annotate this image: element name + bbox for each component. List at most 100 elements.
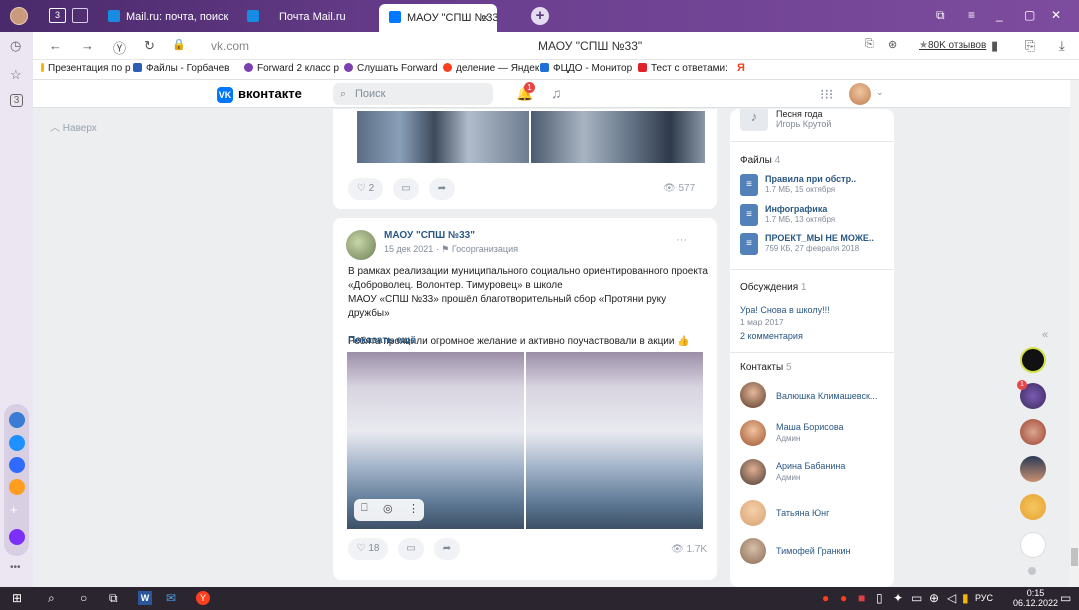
comment-button[interactable]: ▭ [393,178,419,200]
bookmark-item[interactable]: Forward 2 класс р [244,63,339,74]
bookmark-item[interactable]: ФЦДО - Монитор [540,63,632,74]
word-icon[interactable]: W [138,591,152,605]
scrollbar[interactable] [1070,80,1079,587]
history-icon[interactable]: ◷ [10,38,21,54]
share-button[interactable]: ➦ [434,538,460,560]
clock[interactable]: 0:15 06.12.2022 [1013,588,1058,608]
bookmark-item[interactable]: Презентация по р [41,63,131,74]
share-button[interactable]: ➦ [429,178,455,200]
avatar[interactable] [1020,532,1046,558]
collapse-chevron-icon[interactable]: « [1042,329,1048,341]
discussion-comments[interactable]: 2 комментария [740,331,803,341]
vk-logo-icon[interactable]: VK [217,87,233,103]
avatar[interactable] [1020,419,1046,445]
app-icon[interactable] [9,435,25,451]
music-icon[interactable]: ♫ [551,85,562,101]
cortana-icon[interactable]: ○ [80,591,87,605]
lock-icon[interactable]: 🔒 [172,38,186,51]
more-vertical-icon[interactable]: ⋮ [408,502,419,515]
tabs-counter-icon[interactable]: 3 [49,8,66,23]
url-text[interactable]: vk.com [211,39,249,53]
app-icon[interactable] [9,457,25,473]
alice-icon[interactable] [9,529,25,545]
restore-icon[interactable]: ▢ [1024,8,1035,22]
chat-icon[interactable] [1028,567,1036,575]
bookmark-item[interactable]: Тест с ответами: [638,63,728,74]
app-icon[interactable] [9,412,25,428]
files-header[interactable]: Файлы 4 [740,155,780,166]
tab-vk-active[interactable]: МАОУ "СПШ №33" × [379,4,497,32]
bookmark-item[interactable]: Файлы - Горбачев [133,63,229,74]
search-input[interactable]: ⌕ Поиск [333,83,493,105]
post-photo[interactable] [357,111,529,163]
tray-icon[interactable]: ✦ [893,591,903,605]
windows-start-icon[interactable]: ⊞ [12,591,22,605]
back-icon[interactable]: ← [49,38,62,53]
post-date[interactable]: 15 дек 2021 [384,244,433,254]
reload-icon[interactable]: ↻ [144,38,155,54]
task-view-icon[interactable]: ⧉ [109,591,118,606]
bookmark-item[interactable]: Слушать Forward [344,63,438,74]
volume-icon[interactable]: ◁ [947,591,956,605]
comment-button[interactable]: ▭ [398,538,424,560]
chevron-down-icon[interactable]: ⌄ [876,87,884,98]
tab-groups-icon[interactable] [72,8,88,23]
forward-icon[interactable]: → [81,38,94,53]
music-title[interactable]: Песня года [776,109,822,119]
minimize-icon[interactable]: _ [996,8,1003,22]
bookmark-item[interactable]: деление — Яндек [443,63,539,74]
show-more-link[interactable]: Показать ещё [348,335,416,346]
bookmark-item[interactable]: Я [737,62,745,74]
notifications-bell-icon[interactable]: 🔔 1 [516,82,535,102]
camera-icon[interactable]: ◎ [383,502,393,515]
reviews-link[interactable]: ★80K отзывов [919,40,986,51]
more-icon[interactable]: ··· [676,234,687,246]
discussion-title[interactable]: Ура! Снова в школу!!! [740,305,830,315]
like-button[interactable]: ♡ 18 [348,538,388,560]
tray-icon[interactable]: ■ [858,591,865,605]
post-photo[interactable] [531,111,705,163]
avatar[interactable] [1020,494,1046,520]
language-indicator[interactable]: РУС [975,593,993,603]
yandex-icon[interactable]: Ⓨ [113,38,126,57]
avatar[interactable] [1020,456,1046,482]
close-window-icon[interactable]: ✕ [1051,8,1061,22]
app-icon[interactable] [9,479,25,495]
download-icon[interactable]: ⤓ [1059,38,1065,54]
avatar[interactable] [346,230,376,260]
contacts-header[interactable]: Контакты 5 [740,362,792,373]
avatar[interactable] [849,83,871,105]
back-to-top-link[interactable]: ︿ Наверх [50,119,97,134]
avatar[interactable] [1020,347,1046,373]
protect-icon[interactable]: ⊛ [888,38,897,51]
vk-brand[interactable]: вконтакте [238,86,302,101]
post-photo[interactable] [526,352,703,529]
tab-pochta[interactable]: Почта Mail.ru [247,6,357,28]
tab-mailru[interactable]: Mail.ru: почта, поиск в ин [108,6,232,28]
bookmark-icon[interactable]: ⎕ [361,502,368,515]
like-button[interactable]: ♡ 2 [348,178,383,200]
music-artist[interactable]: Игорь Крутой [776,119,831,129]
menu-icon[interactable]: ≡ [968,8,975,22]
network-icon[interactable]: ⊕ [929,591,939,605]
tray-icon[interactable]: ● [822,591,829,605]
profile-icon[interactable] [10,7,28,25]
collections-icon[interactable]: 3 [10,94,23,107]
battery-icon[interactable]: ▭ [911,591,922,605]
notifications-icon[interactable]: ▭ [1060,591,1071,605]
tray-icon[interactable]: ▮ [962,591,969,605]
add-app-icon[interactable]: + [10,502,18,517]
yandex-browser-icon[interactable]: Y [196,591,210,605]
share-icon[interactable]: ⎘ [1025,38,1035,54]
tray-icon[interactable]: ● [840,591,847,605]
apps-grid-icon[interactable]: ⁝⁝⁝ [820,86,833,103]
search-icon[interactable]: ⌕ [48,591,55,606]
favorites-icon[interactable]: ☆ [10,67,22,83]
close-icon[interactable]: × [481,4,489,32]
new-tab-button[interactable]: + [531,7,549,25]
scrollbar-thumb[interactable] [1071,548,1078,566]
avatar[interactable]: 1 [1017,380,1046,409]
discussions-header[interactable]: Обсуждения 1 [740,282,806,293]
more-icon[interactable]: ••• [10,562,21,573]
translate-icon[interactable]: ⎘ [865,38,874,51]
